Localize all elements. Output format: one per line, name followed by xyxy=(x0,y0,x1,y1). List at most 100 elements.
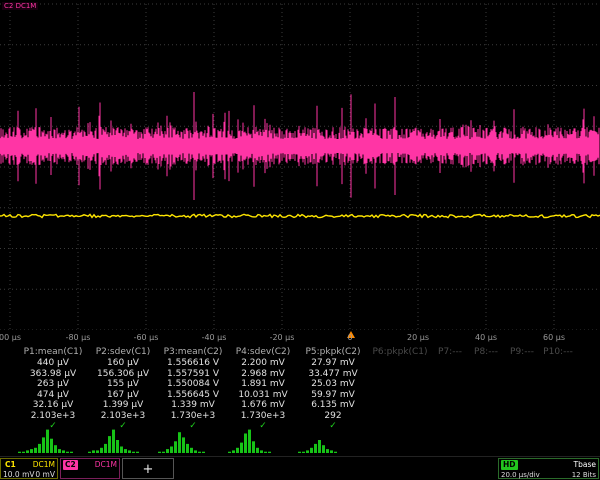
bottom-bar: C1 DC1M 10.0 mV 0 mV C2 DC1M + HD Tbase xyxy=(0,456,600,480)
measure-value-cell: 263 µV xyxy=(18,379,88,390)
histicon[interactable] xyxy=(228,427,292,453)
measure-value-cell: 292 xyxy=(298,411,368,422)
histicon-bar xyxy=(244,434,247,454)
measure-header-cell[interactable]: P1:mean(C1) xyxy=(18,347,88,358)
measure-value-cell: 25.03 mV xyxy=(298,379,368,390)
histicon-bar xyxy=(116,440,119,453)
measure-value-cell: 1.556616 V xyxy=(158,358,228,369)
measure-value-cell: 2.200 mV xyxy=(228,358,298,369)
histicon[interactable] xyxy=(88,427,152,453)
tbase-scale: 20.0 µs/div xyxy=(501,470,540,480)
measure-header-cell[interactable]: P8:--- xyxy=(468,347,504,358)
measure-value-cell: 10.031 mV xyxy=(228,390,298,401)
histicon-bar xyxy=(38,444,41,453)
c2-label: C2 xyxy=(63,460,78,470)
measure-value-cell: 33.477 mV xyxy=(298,369,368,380)
c1-label: C1 xyxy=(3,460,18,470)
histicon-bar xyxy=(136,452,139,453)
histicon-bar xyxy=(162,452,165,453)
graticule xyxy=(0,0,600,330)
measure-value-cell: 474 µV xyxy=(18,390,88,401)
measure-header-cell[interactable]: P2:sdev(C1) xyxy=(88,347,158,358)
histicon-bar xyxy=(128,450,131,453)
time-label: 00 µs xyxy=(0,333,21,342)
histicon-bar xyxy=(30,449,33,453)
c2-channel-descriptor[interactable]: C2 DC1M xyxy=(60,458,120,479)
histicon-bar xyxy=(46,430,49,453)
histicon-bar xyxy=(260,450,263,453)
histicon-bar xyxy=(268,452,271,453)
histicon-bar xyxy=(310,448,313,453)
histicon-bar xyxy=(120,447,123,454)
histicon-bar xyxy=(306,450,309,453)
histicon-bar xyxy=(174,441,177,453)
histicon-bar xyxy=(62,450,65,453)
histicon-bar xyxy=(186,444,189,453)
c2-waveform xyxy=(0,92,599,200)
time-label: 0 xyxy=(347,333,352,342)
histicon-bar xyxy=(298,452,301,453)
histicon-bar xyxy=(104,444,107,453)
measure-value-cell: 27.97 mV xyxy=(298,358,368,369)
measure-header-cell[interactable]: P6:pkpk(C1) xyxy=(368,347,432,358)
c1-channel-descriptor[interactable]: C1 DC1M 10.0 mV 0 mV xyxy=(0,458,58,479)
histicon-bar xyxy=(158,452,161,453)
measure-value-cell: 1.550084 V xyxy=(158,379,228,390)
histicon-bar xyxy=(22,452,25,453)
oscilloscope-screen: C2 DC1M 00 µs-80 µs-60 µs-40 µs-20 µs020… xyxy=(0,0,600,480)
time-label: -20 µs xyxy=(270,333,295,342)
histicon[interactable] xyxy=(298,427,362,453)
measure-value-cell: 32.16 µV xyxy=(18,400,88,411)
histicon-bar xyxy=(112,430,115,453)
histicon-bar xyxy=(198,452,201,453)
measure-header-cell[interactable]: P7:--- xyxy=(432,347,468,358)
histicon-bar xyxy=(34,448,37,453)
measure-header-cell[interactable]: P3:mean(C2) xyxy=(158,347,228,358)
c2-coupling: DC1M xyxy=(95,460,117,470)
cursor-readout-box[interactable]: + xyxy=(122,458,174,479)
c1-waveform xyxy=(0,214,600,217)
histicon-bar xyxy=(194,450,197,453)
histicon-bar xyxy=(108,436,111,453)
histicon-bar xyxy=(302,452,305,453)
time-label: 20 µs xyxy=(407,333,429,342)
histicon-bar xyxy=(88,452,91,453)
measure-row: 2.103e+32.103e+31.730e+31.730e+3292 xyxy=(0,411,600,422)
measure-header-cell[interactable]: P5:pkpk(C2) xyxy=(298,347,368,358)
histicon-bar xyxy=(240,443,243,453)
histicon-bar xyxy=(232,450,235,453)
measure-value-cell: 167 µV xyxy=(88,390,158,401)
histicon-bar xyxy=(96,450,99,453)
time-label: -40 µs xyxy=(202,333,227,342)
histicon-bar xyxy=(166,449,169,453)
measurement-value-rows: 440 µV160 µV1.556616 V2.200 mV27.97 mV36… xyxy=(0,358,600,421)
measure-value-cell: 363.98 µV xyxy=(18,369,88,380)
histicon-bar xyxy=(264,452,267,453)
histicon-bar xyxy=(42,437,45,453)
histicon-bar xyxy=(132,452,135,453)
waveform-display[interactable]: C2 DC1M 00 µs-80 µs-60 µs-40 µs-20 µs020… xyxy=(0,0,600,346)
histicon-bar xyxy=(236,448,239,453)
histicon-bar xyxy=(330,450,333,453)
trace-label-c2: C2 DC1M xyxy=(2,2,38,10)
histicon-bar xyxy=(248,430,251,453)
histicon-bar xyxy=(26,450,29,453)
histicon-bar xyxy=(92,450,95,453)
histicon[interactable] xyxy=(18,427,82,453)
histicon[interactable] xyxy=(158,427,222,453)
measure-header-cell[interactable]: P9:--- xyxy=(504,347,540,358)
c1-coupling: DC1M xyxy=(33,460,55,470)
measure-value-cell: 1.676 mV xyxy=(228,400,298,411)
measure-header-cell[interactable]: P10:--- xyxy=(540,347,576,358)
measure-value-cell: 156.306 µV xyxy=(88,369,158,380)
timebase-descriptor[interactable]: HD Tbase 20.0 µs/div 12 Bits xyxy=(498,458,599,479)
measure-value-cell: 1.339 mV xyxy=(158,400,228,411)
tbase-label: Tbase xyxy=(574,460,596,470)
measure-value-cell: 2.103e+3 xyxy=(88,411,158,422)
histicon-bar xyxy=(322,445,325,453)
measure-value-cell: 1.730e+3 xyxy=(228,411,298,422)
histicon-bar xyxy=(256,448,259,453)
measure-value-cell: 1.556645 V xyxy=(158,390,228,401)
measure-value-cell: 2.968 mV xyxy=(228,369,298,380)
measure-header-cell[interactable]: P4:sdev(C2) xyxy=(228,347,298,358)
